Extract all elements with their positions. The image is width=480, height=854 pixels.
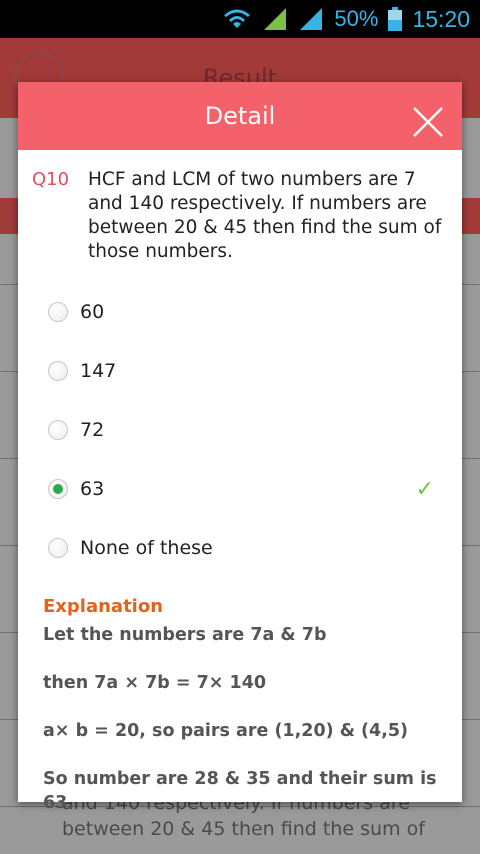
clock: 15:20 (412, 5, 470, 32)
option-item[interactable]: 72 (18, 400, 462, 459)
explanation: Explanation Let the numbers are 7a & 7b … (43, 596, 453, 839)
wifi-icon (222, 8, 252, 30)
option-label: None of these (80, 536, 213, 559)
battery-icon (388, 7, 403, 31)
option-item[interactable]: None of these (18, 518, 462, 577)
explanation-line: Let the numbers are 7a & 7b (43, 625, 327, 645)
option-item[interactable]: 147 (18, 341, 462, 400)
explanation-line: So number are 28 & 35 and their sum is 6… (43, 769, 437, 813)
question: Q10 HCF and LCM of two numbers are 7 and… (32, 168, 452, 264)
radio-button-selected[interactable] (48, 478, 68, 499)
question-number: Q10 (32, 169, 70, 190)
question-text: HCF and LCM of two numbers are 7 and 140… (88, 169, 442, 262)
options-list: 60 147 72 63 ✓ None of these (18, 282, 462, 577)
explanation-title: Explanation (43, 596, 164, 617)
dialog-header: Detail (18, 82, 462, 150)
signal-icon (298, 8, 324, 30)
option-item[interactable]: 63 ✓ (18, 459, 462, 518)
explanation-line: a× b = 20, so pairs are (1,20) & (4,5) (43, 721, 409, 741)
dialog-title: Detail (204, 102, 276, 130)
check-icon: ✓ (415, 477, 434, 502)
option-item[interactable]: 60 (18, 282, 462, 341)
radio-button[interactable] (48, 419, 68, 440)
explanation-line: then 7a × 7b = 7× 140 (43, 673, 267, 693)
close-button[interactable] (410, 98, 446, 137)
battery-percent: 50% (334, 6, 379, 31)
radio-button[interactable] (48, 537, 68, 558)
detail-dialog: Detail Q10 HCF and LCM of two numbers ar… (18, 82, 462, 813)
option-label: 63 (80, 477, 105, 500)
option-label: 147 (80, 359, 117, 382)
close-icon (413, 107, 443, 137)
signal-icon (262, 8, 288, 30)
status-bar: 50% 15:20 (0, 0, 480, 38)
option-label: 60 (80, 300, 105, 323)
radio-button[interactable] (48, 301, 68, 322)
option-label: 72 (80, 418, 105, 441)
radio-button[interactable] (48, 360, 68, 381)
